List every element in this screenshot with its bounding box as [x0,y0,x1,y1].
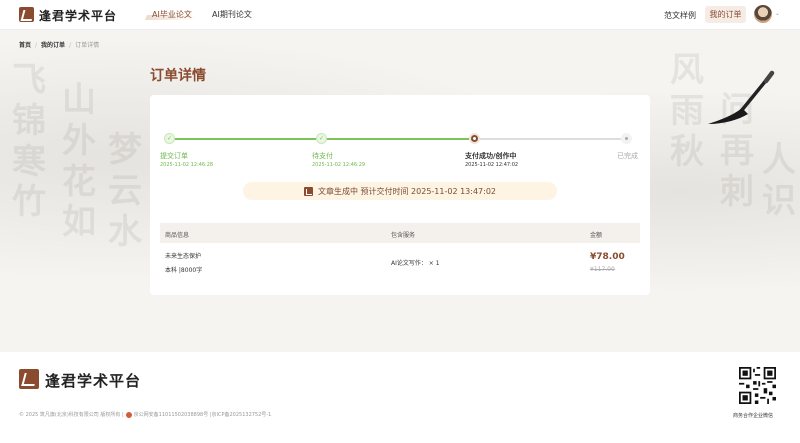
footer-copyright: © 2025 筑凡旗(北京)科技有限公司 版权所有 | 京公网安备11011502… [19,411,272,418]
step-label: 提交订单 [160,152,188,160]
order-table: 商品信息 包含服务 金额 未来生态保护 本科 |8000字 AI论文写作： × … [160,223,640,289]
logo-icon [19,369,39,389]
step-label: 已完成 [617,152,638,160]
footer-logo-text: 逢君学术平台 [45,372,142,390]
samples-link[interactable]: 范文样例 [664,10,696,21]
chevron-down-icon[interactable]: ⌄ [775,10,780,17]
step-label: 待支付 [312,152,333,160]
step-connector [326,138,469,140]
step-connector [170,138,320,140]
column-header: 金额 [590,232,603,239]
step-time: 2025-11-02 12:47:02 [465,162,519,168]
police-badge-icon [125,411,132,418]
brush-illustration [708,70,775,124]
delivery-banner: 文章生成中 预计交付时间 2025-11-02 13:47:02 [243,182,557,200]
order-detail-card: ✓ ✓ 提交订单 2025-11-02 12:46:28 待支付 2025-11… [150,95,650,295]
step-label: 支付成功/创作中 [465,152,517,160]
step-time: 2025-11-02 12:46:29 [312,162,366,168]
original-price: ¥117.00 [590,266,615,273]
my-orders-button[interactable]: 我的订单 [705,6,746,23]
avatar[interactable] [754,5,772,23]
table-row: 未来生态保护 本科 |8000字 AI论文写作： × 1 ¥78.00 ¥117… [160,243,640,289]
qr-code-icon [739,367,776,404]
step-connector [480,138,621,140]
breadcrumb-orders[interactable]: 我的订单 [41,42,65,49]
logo-icon [303,186,313,196]
qr-caption: 商务合作企业微信 [733,413,774,419]
footer: 逢君学术平台 © 2025 筑凡旗(北京)科技有限公司 版权所有 | 京公网安备1… [0,352,800,443]
service-text: AI论文写作： × 1 [391,260,440,267]
page-title: 订单详情 [150,68,206,84]
breadcrumb: 首页 / 我的订单 / 订单详情 [19,42,100,49]
check-icon: ✓ [164,133,175,144]
breadcrumb-home[interactable]: 首页 [19,42,31,49]
table-header: 商品信息 包含服务 金额 [160,223,640,243]
check-icon: ✓ [316,133,327,144]
product-spec: 本科 |8000字 [165,267,203,274]
site-logo-text[interactable]: 逢君学术平台 [39,7,117,24]
product-title: 未来生态保护 [165,253,202,260]
logo-icon[interactable] [19,7,34,22]
police-record-link[interactable]: 京公网安备11011502038898号 [134,412,209,418]
column-header: 商品信息 [165,232,190,239]
step-time: 2025-11-02 12:46:28 [160,162,214,168]
breadcrumb-current: 订单详情 [75,42,100,49]
banner-text: 文章生成中 预计交付时间 2025-11-02 13:47:02 [317,186,497,196]
icp-link[interactable]: |京ICP备2025132752号-1 [210,412,271,418]
progress-steps: ✓ ✓ 提交订单 2025-11-02 12:46:28 待支付 2025-11… [150,95,650,175]
pending-step-icon [621,133,632,144]
current-step-icon [469,133,480,144]
price: ¥78.00 [590,252,625,262]
top-header: 逢君学术平台 AI毕业论文 AI期刊论文 范文样例 我的订单 ⌄ [0,0,800,30]
nav-ai-journal[interactable]: AI期刊论文 [212,9,252,20]
nav-ai-thesis[interactable]: AI毕业论文 [152,9,192,20]
column-header: 包含服务 [391,232,416,239]
